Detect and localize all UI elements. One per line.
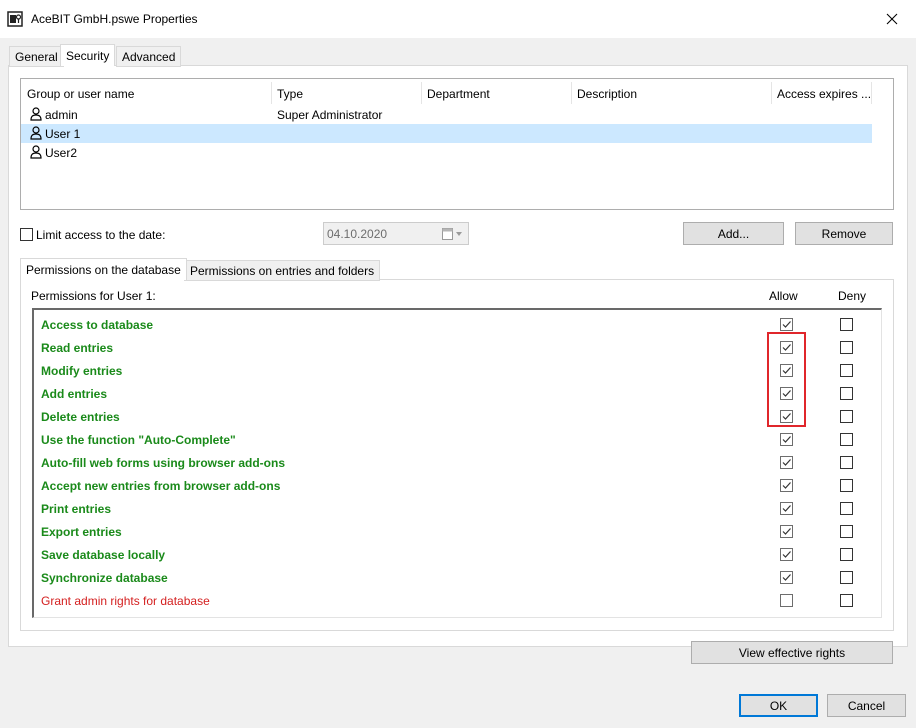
limit-access-label: Limit access to the date: [36,228,166,242]
column-header-name[interactable]: Group or user name [21,79,271,105]
permission-label: Auto-fill web forms using browser add-on… [41,456,286,470]
deny-checkbox[interactable] [840,456,853,469]
user-icon [30,145,42,159]
tab-advanced[interactable]: Advanced [116,46,182,67]
users-list[interactable]: Group or user name Type Department Descr… [20,78,894,210]
allow-checkbox[interactable] [780,318,793,331]
user-name: admin [45,108,78,122]
tab-general[interactable]: General [9,46,64,67]
allow-checkbox[interactable] [780,433,793,446]
date-value: 04.10.2020 [327,227,388,241]
permission-label: Delete entries [41,410,120,424]
permission-row: Export entries [34,519,880,542]
view-effective-rights-button[interactable]: View effective rights [691,641,893,664]
deny-checkbox[interactable] [840,318,853,331]
user-icon [30,126,42,140]
deny-checkbox[interactable] [840,387,853,400]
column-header-department[interactable]: Department [421,79,571,105]
deny-checkbox[interactable] [840,479,853,492]
database-key-icon [7,11,23,27]
permission-row: Grant admin rights for database [34,588,880,611]
column-header-description[interactable]: Description [571,79,771,105]
permission-label: Grant admin rights for database [41,594,210,608]
deny-checkbox[interactable] [840,341,853,354]
permissions-header: Permissions for User 1: [31,289,156,303]
tab-permissions-entries[interactable]: Permissions on entries and folders [184,260,381,281]
permission-label: Modify entries [41,364,123,378]
permission-label: Synchronize database [41,571,168,585]
permission-row: Delete entries [34,404,880,427]
permission-row: Read entries [34,335,880,358]
permission-row: Access to database [34,312,880,335]
permission-label: Accept new entries from browser add-ons [41,479,281,493]
allow-column-label: Allow [769,289,798,303]
add-user-button[interactable]: Add... [683,222,784,245]
allow-checkbox[interactable] [780,525,793,538]
permission-row: Use the function "Auto-Complete" [34,427,880,450]
deny-checkbox[interactable] [840,594,853,607]
close-icon[interactable] [884,11,900,27]
permission-label: Export entries [41,525,122,539]
user-icon [30,107,42,121]
allow-checkbox[interactable] [780,502,793,515]
limit-access-checkbox[interactable] [20,228,33,241]
deny-checkbox[interactable] [840,410,853,423]
permission-row: Add entries [34,381,880,404]
limit-date-picker[interactable]: 04.10.2020 [323,222,469,245]
permission-row: Auto-fill web forms using browser add-on… [34,450,880,473]
remove-user-button[interactable]: Remove [795,222,893,245]
permission-row: Accept new entries from browser add-ons [34,473,880,496]
ok-button[interactable]: OK [739,694,818,717]
allow-checkbox[interactable] [780,571,793,584]
allow-checkbox[interactable] [780,594,793,607]
window-title: AceBIT GmbH.pswe Properties [31,12,198,26]
allow-checkbox[interactable] [780,456,793,469]
cancel-button[interactable]: Cancel [827,694,906,717]
deny-column-label: Deny [838,289,867,303]
column-header-access-expires[interactable]: Access expires ... [771,79,871,105]
title-bar: AceBIT GmbH.pswe Properties [0,0,916,38]
permission-label: Print entries [41,502,112,516]
user-name: User 1 [45,127,81,141]
deny-checkbox[interactable] [840,502,853,515]
permission-row: Synchronize database [34,565,880,588]
calendar-dropdown-icon[interactable] [442,228,464,240]
permission-label: Access to database [41,318,154,332]
deny-checkbox[interactable] [840,433,853,446]
permission-label: Read entries [41,341,114,355]
deny-checkbox[interactable] [840,364,853,377]
user-type: Super Administrator [277,108,383,122]
permission-label: Save database locally [41,548,166,562]
tab-permissions-database[interactable]: Permissions on the database [20,258,187,280]
column-header-type[interactable]: Type [271,79,421,105]
tab-security[interactable]: Security [60,44,116,66]
permission-row: Print entries [34,496,880,519]
permissions-list: Access to database Read entries Modify ent… [32,308,882,618]
permission-label: Use the function "Auto-Complete" [41,433,236,447]
user-name: User2 [45,146,78,160]
permission-label: Add entries [41,387,108,401]
user-row-user1[interactable]: User 1 [21,124,872,143]
user-row-user2[interactable]: User2 [21,143,872,162]
permission-row: Save database locally [34,542,880,565]
allow-checkbox[interactable] [780,479,793,492]
allow-checkbox[interactable] [780,548,793,561]
user-row-admin[interactable]: admin Super Administrator [21,105,872,124]
deny-checkbox[interactable] [840,548,853,561]
column-divider [871,82,872,104]
deny-checkbox[interactable] [840,571,853,584]
permission-row: Modify entries [34,358,880,381]
highlight-box [767,332,806,427]
deny-checkbox[interactable] [840,525,853,538]
